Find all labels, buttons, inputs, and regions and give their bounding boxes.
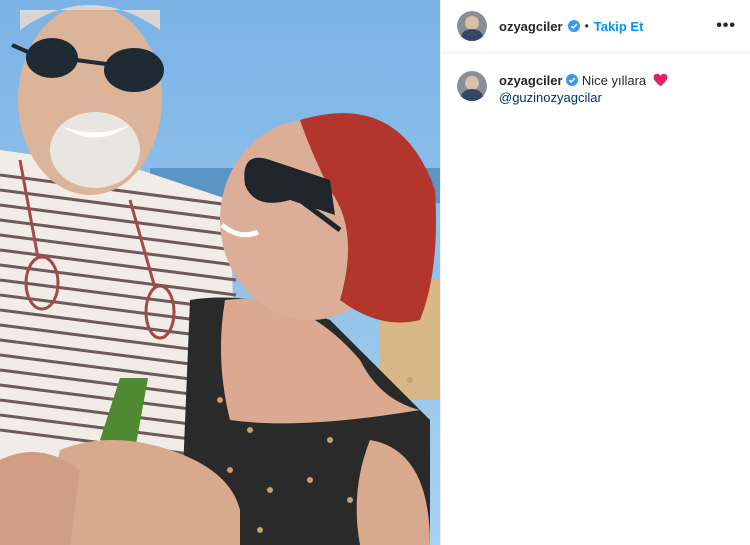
author-avatar[interactable] bbox=[457, 11, 487, 41]
verified-badge-icon bbox=[567, 20, 580, 32]
caption: ozyagciler Nice yıllara @guzinozyagcilar bbox=[441, 53, 750, 106]
caption-verified-badge-icon bbox=[566, 74, 579, 86]
header-separator: • bbox=[584, 19, 589, 33]
post-sidebar: ozyagciler • Takip Et ••• ozyagciler Nic… bbox=[440, 0, 750, 545]
caption-username[interactable]: ozyagciler bbox=[499, 73, 563, 88]
post-photo-illustration bbox=[0, 0, 440, 545]
post-header: ozyagciler • Takip Et ••• bbox=[441, 0, 750, 53]
author-username[interactable]: ozyagciler bbox=[499, 19, 563, 34]
caption-mention-link[interactable]: @guzinozyagcilar bbox=[499, 90, 602, 105]
caption-avatar[interactable] bbox=[457, 71, 487, 101]
follow-button[interactable]: Takip Et bbox=[594, 19, 644, 34]
more-options-icon[interactable]: ••• bbox=[716, 17, 736, 35]
caption-message: Nice yıllara bbox=[581, 73, 647, 88]
heart-emoji-icon bbox=[653, 73, 668, 87]
instagram-post: ozyagciler • Takip Et ••• ozyagciler Nic… bbox=[0, 0, 750, 545]
caption-text: ozyagciler Nice yıllara @guzinozyagcilar bbox=[499, 71, 668, 106]
post-photo[interactable] bbox=[0, 0, 440, 545]
